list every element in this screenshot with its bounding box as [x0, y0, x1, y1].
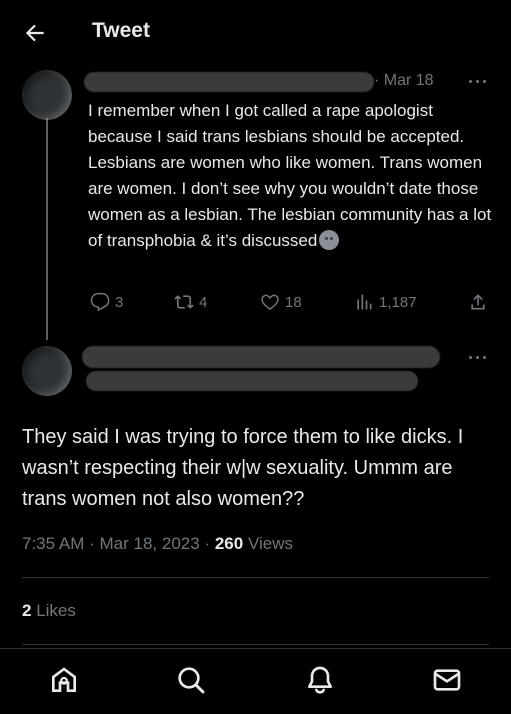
date-text: Mar 18	[383, 72, 434, 89]
redacted-author-name	[82, 346, 440, 368]
redacted-author-name	[84, 72, 374, 92]
reply-icon	[90, 292, 110, 312]
reply-button[interactable]: 3	[90, 290, 123, 314]
divider	[22, 577, 489, 578]
home-icon[interactable]	[48, 664, 80, 696]
heart-icon	[261, 294, 279, 310]
retweet-icon	[174, 295, 194, 309]
likes-count: 2	[22, 601, 32, 620]
views-button[interactable]: 1,187	[354, 290, 417, 314]
like-count: 18	[285, 293, 302, 311]
timestamp-separator: ·	[204, 534, 211, 553]
top-bar: Tweet	[0, 0, 511, 64]
views-count: 260	[214, 534, 244, 553]
messages-icon[interactable]	[431, 664, 463, 696]
back-arrow-icon[interactable]	[22, 20, 48, 46]
parent-tweet-text: I remember when I got called a rape apol…	[88, 98, 493, 254]
like-button[interactable]: 18	[260, 290, 302, 314]
parent-tweet-body: I remember when I got called a rape apol…	[88, 101, 492, 250]
more-options-icon[interactable]	[468, 352, 490, 364]
retweet-count: 4	[199, 293, 208, 311]
bottom-navigation	[0, 648, 511, 714]
author-avatar[interactable]	[22, 346, 72, 396]
page-title: Tweet	[92, 19, 150, 42]
likes-label: Likes	[36, 601, 76, 620]
parent-tweet-date[interactable]: · Mar 18	[374, 72, 434, 90]
analytics-bars-icon	[357, 294, 372, 310]
views-label: Views	[247, 534, 293, 553]
search-icon[interactable]	[175, 664, 207, 696]
thread-connector-line	[46, 118, 48, 340]
reply-count: 3	[115, 293, 124, 311]
tweet-time[interactable]: 7:35 AM	[22, 534, 84, 553]
redacted-author-handle	[86, 371, 418, 391]
tweet-timestamp-row: 7:35 AM · Mar 18, 2023 · 260 Views	[22, 534, 293, 554]
retweet-button[interactable]: 4	[174, 290, 207, 314]
parent-avatar[interactable]	[22, 70, 72, 120]
main-tweet-text: They said I was trying to force them to …	[22, 426, 464, 510]
tweet-date[interactable]: Mar 18, 2023	[100, 534, 200, 553]
frowning-face-emoji-icon	[319, 230, 340, 250]
share-icon	[471, 294, 485, 310]
views-count: 1,187	[379, 293, 417, 311]
date-separator: ·	[374, 72, 380, 89]
parent-tweet-actions: 3 4 18 1,187	[88, 290, 493, 314]
timestamp-separator: ·	[89, 534, 95, 553]
more-options-icon[interactable]	[468, 76, 490, 88]
likes-summary[interactable]: 2 Likes	[22, 601, 76, 621]
share-button[interactable]	[468, 290, 488, 314]
notifications-icon[interactable]	[304, 664, 336, 696]
divider	[22, 644, 489, 645]
tweet-detail-page: Tweet · Mar 18 I remember when I got cal…	[0, 0, 511, 714]
